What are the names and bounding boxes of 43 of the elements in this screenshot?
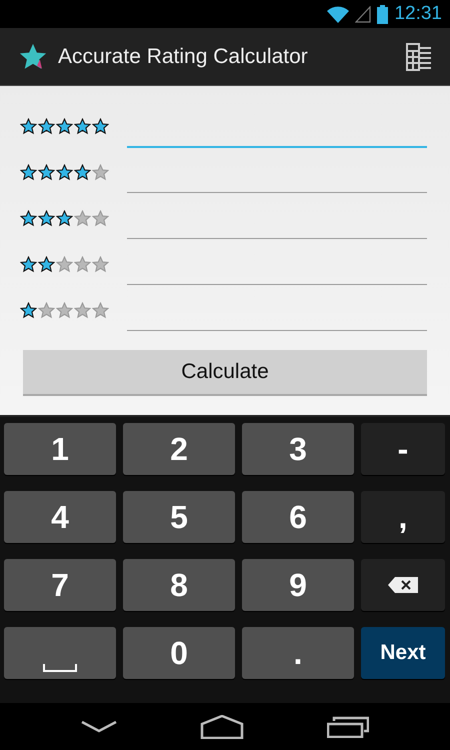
- calculate-button[interactable]: Calculate: [23, 350, 427, 396]
- filled-star-icon: [38, 164, 55, 181]
- cell-signal-icon: [355, 6, 372, 22]
- recent-apps-icon[interactable]: [326, 716, 369, 738]
- filled-star-icon: [92, 118, 109, 135]
- filled-star-icon: [20, 302, 37, 319]
- filled-star-icon: [56, 164, 73, 181]
- app-title: Accurate Rating Calculator: [58, 44, 309, 68]
- keyboard-key[interactable]: 8: [123, 559, 235, 611]
- keyboard-key[interactable]: ,: [361, 491, 445, 543]
- clock-time: 12:31: [394, 3, 442, 25]
- space-bar-icon: [43, 664, 77, 672]
- filled-star-icon: [74, 118, 91, 135]
- filled-star-icon: [38, 256, 55, 273]
- filled-star-icon: [56, 210, 73, 227]
- keyboard-key[interactable]: 0: [123, 627, 235, 679]
- keyboard-key[interactable]: 4: [4, 491, 116, 543]
- calculator-icon[interactable]: [406, 42, 432, 70]
- back-icon[interactable]: [81, 720, 118, 734]
- backspace-key[interactable]: [361, 559, 445, 611]
- filled-star-icon: [20, 164, 37, 181]
- filled-star-icon: [38, 118, 55, 135]
- filled-star-icon: [38, 210, 55, 227]
- keyboard-key[interactable]: 1: [4, 423, 116, 475]
- keyboard-key[interactable]: 2: [123, 423, 235, 475]
- next-key[interactable]: Next: [361, 627, 445, 679]
- keyboard-key[interactable]: 3: [242, 423, 354, 475]
- filled-star-icon: [74, 164, 91, 181]
- filled-star-icon: [20, 210, 37, 227]
- home-icon[interactable]: [200, 714, 244, 738]
- keyboard-key[interactable]: 6: [242, 491, 354, 543]
- filled-star-icon: [20, 256, 37, 273]
- keyboard-key[interactable]: -: [361, 423, 445, 475]
- keyboard-key[interactable]: 9: [242, 559, 354, 611]
- keyboard-key[interactable]: 5: [123, 491, 235, 543]
- backspace-icon: [387, 576, 419, 594]
- filled-star-icon: [56, 118, 73, 135]
- wifi-icon: [327, 6, 350, 22]
- battery-icon: [377, 4, 388, 24]
- keyboard-key[interactable]: 7: [4, 559, 116, 611]
- star-logo-icon: [18, 42, 48, 72]
- filled-star-icon: [20, 118, 37, 135]
- keyboard-key[interactable]: .: [242, 627, 354, 679]
